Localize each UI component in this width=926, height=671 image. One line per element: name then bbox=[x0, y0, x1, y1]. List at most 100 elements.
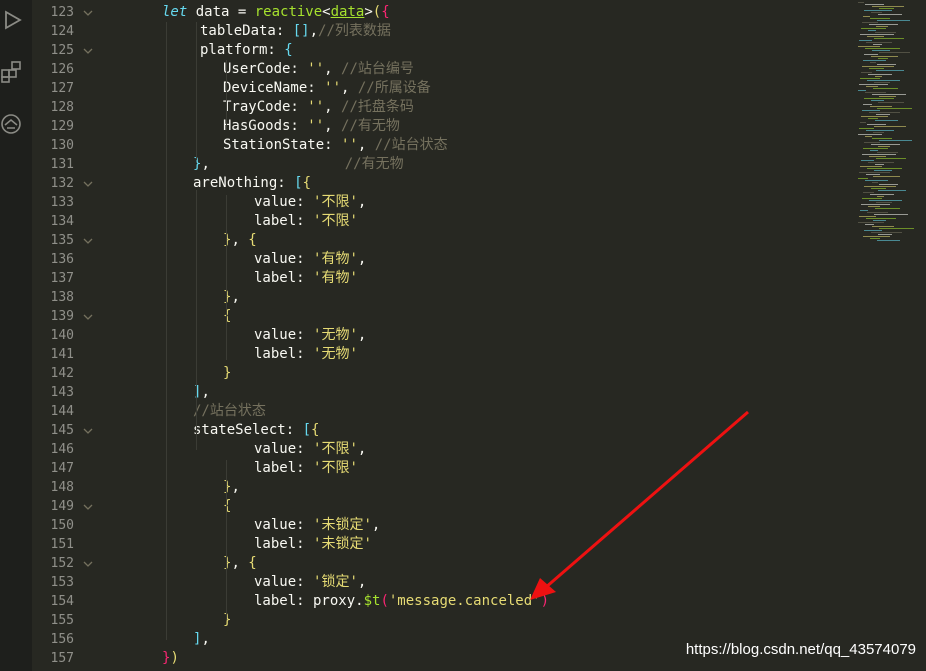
code-line[interactable]: UserCode: '', //站台编号 bbox=[223, 60, 414, 79]
minimap-line bbox=[863, 192, 874, 193]
minimap-line bbox=[867, 212, 888, 213]
fold-chevron-icon[interactable] bbox=[82, 501, 94, 513]
code-token: , bbox=[309, 23, 319, 39]
minimap-line bbox=[871, 100, 884, 101]
code-line[interactable]: { bbox=[223, 497, 231, 516]
minimap-line bbox=[871, 232, 902, 233]
fold-chevron-icon[interactable] bbox=[82, 7, 94, 19]
code-token: { bbox=[223, 308, 232, 324]
code-line[interactable]: }) bbox=[162, 649, 179, 668]
minimap-line bbox=[873, 44, 882, 45]
code-line[interactable]: value: '有物', bbox=[254, 250, 366, 269]
line-number: 140 bbox=[50, 328, 74, 343]
code-token: '不限' bbox=[313, 441, 358, 457]
code-token: { bbox=[311, 422, 320, 438]
minimap-line bbox=[876, 70, 904, 71]
code-editor[interactable]: let data = reactive<data>({tableData: []… bbox=[100, 0, 850, 671]
code-token: '未锁定' bbox=[313, 536, 372, 552]
code-line[interactable]: } bbox=[223, 611, 231, 630]
minimap-line bbox=[864, 142, 880, 143]
minimap-line bbox=[859, 40, 872, 41]
minimap-line bbox=[874, 82, 890, 83]
code-line[interactable]: value: '不限', bbox=[254, 193, 366, 212]
minimap-line bbox=[865, 136, 872, 137]
minimap-line bbox=[868, 74, 892, 75]
code-line[interactable]: HasGoods: '', //有无物 bbox=[223, 117, 400, 136]
minimap-line bbox=[858, 178, 868, 179]
minimap-line bbox=[875, 164, 884, 165]
code-token: UserCode: bbox=[223, 61, 308, 77]
line-number: 151 bbox=[50, 537, 74, 552]
code-line[interactable]: label: '未锁定' bbox=[254, 535, 372, 554]
line-number: 152 bbox=[50, 556, 74, 571]
code-token: , bbox=[341, 80, 358, 96]
minimap-line bbox=[866, 42, 892, 43]
code-token: , bbox=[324, 61, 342, 77]
code-token: //站台状态 bbox=[374, 137, 448, 153]
code-line[interactable]: }, //有无物 bbox=[193, 155, 404, 174]
code-line[interactable]: value: '无物', bbox=[254, 326, 366, 345]
code-line[interactable]: }, { bbox=[223, 231, 257, 250]
remote-icon[interactable] bbox=[0, 112, 24, 136]
code-line[interactable]: { bbox=[223, 307, 231, 326]
code-token: } bbox=[223, 612, 232, 628]
fold-chevron-icon[interactable] bbox=[82, 558, 94, 570]
code-token: { bbox=[248, 232, 257, 248]
code-token: //托盘条码 bbox=[341, 99, 414, 115]
code-line[interactable]: value: '锁定', bbox=[254, 573, 366, 592]
code-line[interactable]: label: '不限' bbox=[254, 459, 358, 478]
minimap-line bbox=[870, 62, 876, 63]
code-line[interactable]: TrayCode: '', //托盘条码 bbox=[223, 98, 414, 117]
code-line[interactable]: label: proxy.$t('message.canceled') bbox=[254, 592, 549, 611]
minimap-line bbox=[870, 106, 892, 107]
code-token: '无物' bbox=[313, 346, 358, 362]
minimap[interactable] bbox=[850, 0, 926, 260]
code-line[interactable]: StationState: '', //站台状态 bbox=[223, 136, 448, 155]
code-line[interactable]: platform: { bbox=[200, 41, 293, 60]
minimap-line bbox=[877, 196, 884, 197]
code-line[interactable]: ], bbox=[193, 630, 210, 649]
extensions-icon[interactable] bbox=[0, 60, 24, 84]
code-token: $t bbox=[363, 593, 381, 609]
run-debug-icon[interactable] bbox=[0, 8, 24, 32]
line-number: 156 bbox=[50, 632, 74, 647]
code-line[interactable]: value: '未锁定', bbox=[254, 516, 380, 535]
code-line[interactable]: } bbox=[223, 364, 231, 383]
code-line[interactable]: areNothing: [{ bbox=[193, 174, 311, 193]
line-number: 148 bbox=[50, 480, 74, 495]
code-line[interactable]: value: '不限', bbox=[254, 440, 366, 459]
code-line[interactable]: stateSelect: [{ bbox=[193, 421, 319, 440]
code-token: DeviceName: bbox=[223, 80, 325, 96]
code-token: '锁定' bbox=[313, 574, 358, 590]
code-line[interactable]: }, { bbox=[223, 554, 257, 573]
code-token: '不限' bbox=[313, 213, 358, 229]
minimap-line bbox=[866, 130, 894, 131]
fold-chevron-icon[interactable] bbox=[82, 235, 94, 247]
minimap-line bbox=[863, 104, 872, 105]
fold-chevron-icon[interactable] bbox=[82, 425, 94, 437]
code-line[interactable]: label: '不限' bbox=[254, 212, 358, 231]
code-line[interactable]: label: '无物' bbox=[254, 345, 358, 364]
fold-chevron-icon[interactable] bbox=[82, 311, 94, 323]
code-token: ) bbox=[170, 650, 179, 666]
code-line[interactable]: let data = reactive<data>({ bbox=[162, 3, 390, 22]
line-number: 145 bbox=[50, 423, 74, 438]
minimap-line bbox=[873, 220, 886, 221]
code-line[interactable]: DeviceName: '', //所属设备 bbox=[223, 79, 431, 98]
indent-guide bbox=[166, 22, 167, 640]
fold-chevron-icon[interactable] bbox=[82, 45, 94, 57]
code-token: '' bbox=[307, 99, 325, 115]
code-token: = bbox=[237, 4, 255, 20]
code-line[interactable]: //站台状态 bbox=[193, 402, 266, 421]
minimap-line bbox=[862, 66, 894, 67]
code-token: label: bbox=[254, 213, 314, 229]
fold-chevron-icon[interactable] bbox=[82, 178, 94, 190]
minimap-line bbox=[858, 222, 884, 223]
line-number: 135 bbox=[50, 233, 74, 248]
code-token: } bbox=[223, 365, 232, 381]
minimap-line bbox=[877, 20, 910, 21]
minimap-line bbox=[863, 148, 888, 149]
code-line[interactable]: label: '有物' bbox=[254, 269, 358, 288]
code-line[interactable]: tableData: [],//列表数据 bbox=[200, 22, 391, 41]
minimap-line bbox=[865, 48, 900, 49]
